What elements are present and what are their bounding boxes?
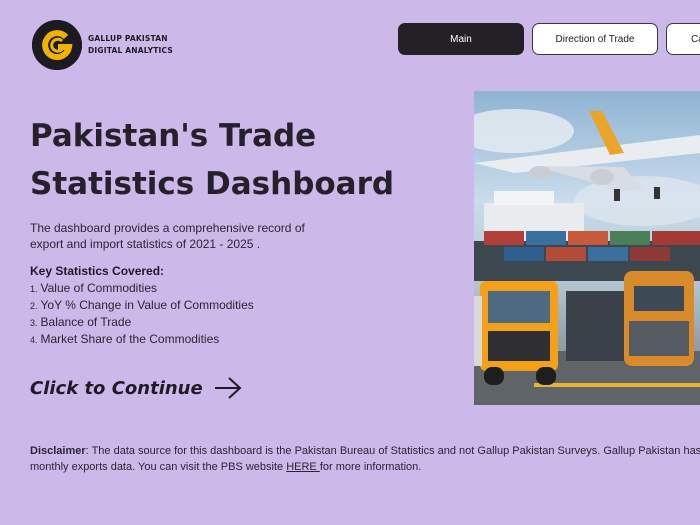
pbs-website-link[interactable]: HERE (286, 461, 320, 473)
page-title: Pakistan's Trade Statistics Dashboard (30, 112, 450, 208)
disclaimer: Disclaimer: The data source for this das… (30, 443, 700, 475)
list-item-text: Value of Commodities (40, 281, 158, 295)
gallup-g-logo-icon (32, 20, 82, 70)
list-item-text: YoY % Change in Value of Commodities (40, 298, 254, 312)
continue-button[interactable]: Click to Continue (30, 376, 243, 400)
list-item-number: 3. (30, 318, 38, 328)
disclaimer-text: : The data source for this dashboard is … (85, 445, 700, 457)
top-nav: Main Direction of Trade Ca (398, 23, 700, 55)
brand-logo: GALLUP PAKISTAN DIGITAL ANALYTICS (32, 20, 173, 70)
disclaimer-text-2: monthly exports data. You can visit the … (30, 461, 287, 473)
disclaimer-text-3: for more information. (319, 461, 422, 473)
list-item-number: 4. (30, 335, 38, 345)
nav-button-main[interactable]: Main (398, 23, 524, 55)
nav-button-label: Main (450, 33, 472, 45)
list-item-text: Market Share of the Commodities (40, 332, 220, 346)
title-line-2: Statistics Dashboard (30, 166, 395, 202)
list-item-text: Balance of Trade (40, 315, 132, 329)
list-item: 1. Value of Commodities (30, 280, 254, 297)
nav-button-label: Ca (691, 33, 700, 45)
brand-line-2: DIGITAL ANALYTICS (88, 46, 173, 55)
brand-line-1: GALLUP PAKISTAN (88, 34, 168, 43)
list-item: 4. Market Share of the Commodities (30, 331, 254, 348)
title-line-1: Pakistan's Trade (30, 118, 317, 154)
train-icon (566, 271, 694, 366)
list-item-number: 1. (30, 284, 38, 294)
key-stats-heading: Key Statistics Covered: (30, 264, 165, 278)
list-item: 3. Balance of Trade (30, 314, 254, 331)
key-stats-list: 1. Value of Commodities 2. YoY % Change in… (30, 280, 254, 348)
arrow-right-icon (214, 377, 242, 399)
description: The dashboard provides a comprehensive r… (30, 221, 305, 251)
nav-button-partial[interactable]: Ca (666, 23, 700, 55)
disclaimer-label: Disclaimer (30, 445, 86, 457)
nav-button-direction-of-trade[interactable]: Direction of Trade (532, 23, 658, 55)
list-item: 2. YoY % Change in Value of Commodities (30, 297, 254, 314)
truck-icon (474, 281, 558, 385)
continue-label: Click to Continue (30, 377, 203, 399)
list-item-number: 2. (30, 301, 38, 311)
trade-logistics-photo (474, 91, 700, 405)
disclaimer-line-1: Disclaimer: The data source for this das… (30, 443, 700, 459)
nav-button-label: Direction of Trade (555, 33, 635, 45)
brand-name: GALLUP PAKISTAN DIGITAL ANALYTICS (88, 33, 173, 57)
disclaimer-line-2: monthly exports data. You can visit the … (30, 459, 700, 475)
